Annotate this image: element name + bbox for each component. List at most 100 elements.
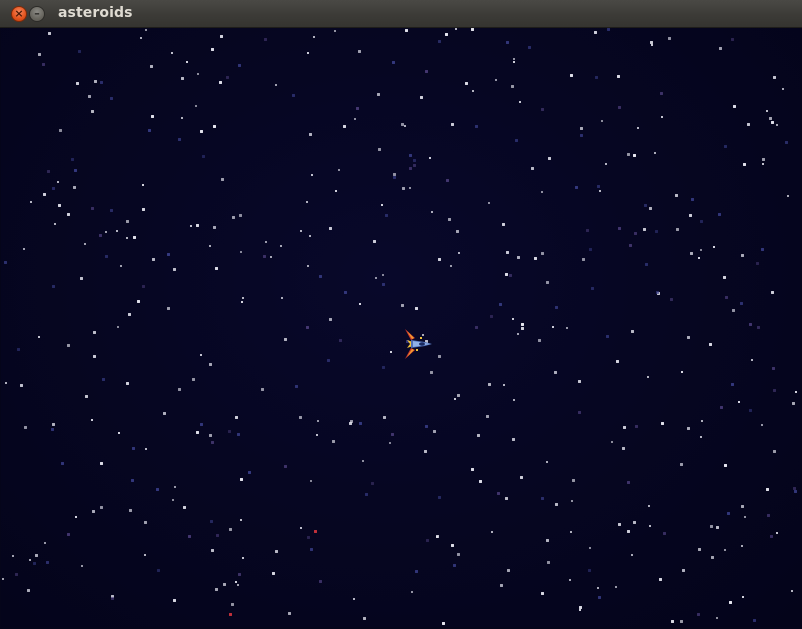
star [742, 596, 744, 598]
star [80, 277, 83, 280]
star [547, 561, 550, 564]
star [409, 154, 412, 157]
star [488, 383, 491, 386]
star [54, 223, 56, 225]
star [495, 79, 497, 81]
star [448, 218, 451, 221]
star [511, 85, 514, 88]
star [507, 569, 510, 572]
star [381, 204, 383, 206]
star [611, 441, 613, 443]
star [656, 291, 659, 294]
star [716, 526, 719, 529]
star [319, 275, 322, 278]
star [292, 94, 295, 97]
star [116, 230, 118, 232]
star [521, 327, 524, 330]
star [682, 569, 685, 572]
star [88, 95, 91, 98]
close-button[interactable]: × [11, 6, 27, 22]
star [150, 65, 153, 68]
star [15, 573, 18, 576]
star [299, 416, 302, 419]
star [183, 506, 186, 509]
star [458, 252, 460, 254]
star [365, 493, 368, 496]
star [491, 531, 493, 533]
star [771, 291, 774, 294]
star [597, 185, 600, 188]
star [761, 248, 764, 251]
star [263, 255, 266, 258]
star [676, 228, 679, 231]
star [582, 258, 585, 261]
star [716, 617, 718, 619]
star [178, 138, 181, 141]
minimize-button[interactable]: – [29, 6, 45, 22]
star [643, 228, 646, 231]
star [661, 422, 664, 425]
star [701, 420, 703, 422]
star [192, 378, 195, 381]
star [671, 620, 674, 623]
game-window: × – asteroids [0, 0, 802, 629]
star [424, 450, 427, 453]
game-canvas[interactable] [1, 28, 800, 627]
star [362, 460, 364, 462]
star [382, 283, 385, 286]
star [429, 157, 431, 159]
star [75, 516, 77, 518]
star [465, 82, 468, 85]
star [631, 330, 634, 333]
star [67, 533, 70, 536]
star [102, 378, 105, 381]
star [446, 179, 449, 182]
star [280, 245, 282, 247]
star [382, 274, 384, 276]
star [680, 463, 683, 466]
star [700, 220, 703, 223]
star [477, 434, 480, 437]
star [171, 52, 173, 54]
star [131, 479, 134, 482]
star [237, 433, 240, 436]
star [479, 480, 482, 483]
star [313, 36, 315, 38]
title-bar[interactable]: × – asteroids [0, 0, 802, 28]
star [100, 506, 103, 509]
star [753, 619, 756, 622]
star [589, 547, 591, 549]
star [309, 235, 311, 237]
star [33, 562, 36, 565]
star [52, 187, 55, 190]
star [766, 488, 769, 491]
star [126, 237, 128, 239]
star [500, 584, 503, 587]
star [314, 530, 317, 533]
star [698, 257, 700, 259]
star [142, 184, 144, 186]
star [52, 423, 55, 426]
star [215, 588, 218, 591]
star [126, 382, 129, 385]
star [578, 380, 581, 383]
star [237, 584, 239, 586]
star [546, 281, 549, 284]
star [606, 335, 609, 338]
star [371, 482, 374, 485]
star [475, 125, 478, 128]
star [167, 253, 170, 256]
star [661, 116, 663, 118]
star [295, 385, 298, 388]
star [517, 333, 519, 335]
star [390, 351, 392, 353]
star [51, 428, 54, 431]
star [709, 343, 712, 346]
star [144, 521, 147, 524]
star [655, 230, 658, 233]
star [307, 536, 310, 539]
star [732, 309, 735, 312]
star [71, 158, 74, 161]
star [52, 285, 55, 288]
star [111, 597, 114, 600]
